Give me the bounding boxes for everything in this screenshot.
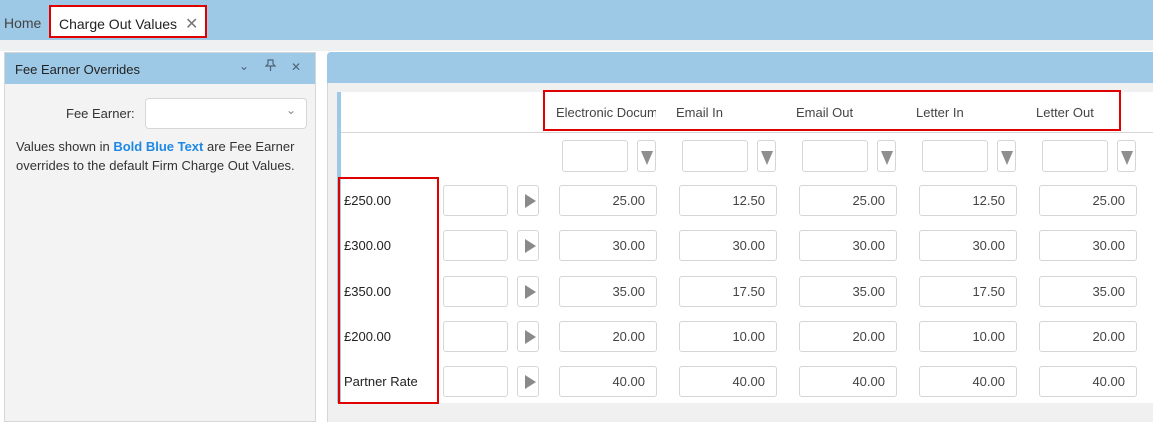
- triangle-down-icon: [761, 151, 773, 165]
- column-header-email-out[interactable]: Email Out: [796, 105, 896, 120]
- value-cell[interactable]: 20.00: [559, 321, 657, 352]
- value-cell[interactable]: 35.00: [559, 276, 657, 307]
- value-cell[interactable]: 30.00: [919, 230, 1017, 261]
- column-header-letter-in[interactable]: Letter In: [916, 105, 1016, 120]
- triangle-right-icon: [525, 239, 536, 253]
- value-cell[interactable]: 20.00: [1039, 321, 1137, 352]
- filter-input[interactable]: [922, 140, 988, 172]
- row-input[interactable]: [443, 276, 508, 307]
- row-label: £300.00: [344, 238, 391, 253]
- value-cell[interactable]: 30.00: [559, 230, 657, 261]
- value-cell[interactable]: 40.00: [679, 366, 777, 397]
- chevron-down-icon[interactable]: ⌄: [239, 59, 249, 73]
- triangle-right-icon: [525, 330, 536, 344]
- row-label: £350.00: [344, 284, 391, 299]
- grid-header-divider: [341, 132, 1153, 133]
- triangle-down-icon: [641, 151, 653, 165]
- row-label: Partner Rate: [344, 374, 418, 389]
- value-cell[interactable]: 17.50: [679, 276, 777, 307]
- tab-label: Charge Out Values: [59, 16, 178, 32]
- value-cell[interactable]: 10.00: [679, 321, 777, 352]
- value-cell[interactable]: 40.00: [799, 366, 897, 397]
- row-expand-button[interactable]: [517, 185, 539, 216]
- triangle-down-icon: [881, 151, 893, 165]
- grid-panel-header: [327, 52, 1153, 83]
- column-header-electronic-docum[interactable]: Electronic Docum: [556, 105, 656, 120]
- row-label: £250.00: [344, 193, 391, 208]
- value-cell[interactable]: 40.00: [1039, 366, 1137, 397]
- filter-button[interactable]: [997, 140, 1016, 172]
- value-cell[interactable]: 30.00: [679, 230, 777, 261]
- filter-input[interactable]: [562, 140, 628, 172]
- row-input[interactable]: [443, 230, 508, 261]
- info-highlight: Bold Blue Text: [113, 139, 204, 154]
- panel-title: Fee Earner Overrides: [15, 62, 140, 77]
- panel-header: Fee Earner Overrides ⌄ ✕: [5, 53, 315, 84]
- row-expand-button[interactable]: [517, 321, 539, 352]
- tab-bar-divider: [0, 40, 1153, 51]
- value-cell[interactable]: 40.00: [559, 366, 657, 397]
- row-input[interactable]: [443, 185, 508, 216]
- column-header-email-in[interactable]: Email In: [676, 105, 776, 120]
- value-cell[interactable]: 12.50: [919, 185, 1017, 216]
- filter-button[interactable]: [637, 140, 656, 172]
- triangle-down-icon: [1001, 151, 1013, 165]
- triangle-right-icon: [525, 285, 536, 299]
- close-icon[interactable]: ✕: [291, 60, 301, 74]
- value-cell[interactable]: 35.00: [799, 276, 897, 307]
- chevron-down-icon: ⌄: [286, 103, 297, 117]
- column-header-letter-out[interactable]: Letter Out: [1036, 105, 1136, 120]
- row-expand-button[interactable]: [517, 366, 539, 397]
- tab-charge-out-values[interactable]: Charge Out Values ✕: [49, 5, 207, 38]
- filter-input[interactable]: [1042, 140, 1108, 172]
- filter-button[interactable]: [877, 140, 896, 172]
- value-cell[interactable]: 30.00: [1039, 230, 1137, 261]
- info-prefix: Values shown in: [16, 139, 114, 154]
- fee-earner-label: Fee Earner:: [66, 106, 135, 121]
- triangle-right-icon: [525, 375, 536, 389]
- value-cell[interactable]: 10.00: [919, 321, 1017, 352]
- pin-icon[interactable]: [264, 59, 277, 75]
- fee-earner-select[interactable]: ⌄: [145, 98, 307, 129]
- triangle-right-icon: [525, 194, 536, 208]
- row-label: £200.00: [344, 329, 391, 344]
- fee-earner-overrides-panel: Fee Earner Overrides ⌄ ✕ Fee Earner: ⌄ V…: [4, 52, 316, 422]
- triangle-down-icon: [1121, 151, 1133, 165]
- info-text: Values shown in Bold Blue Text are Fee E…: [16, 137, 306, 175]
- value-cell[interactable]: 35.00: [1039, 276, 1137, 307]
- row-input[interactable]: [443, 366, 508, 397]
- value-cell[interactable]: 17.50: [919, 276, 1017, 307]
- filter-button[interactable]: [757, 140, 776, 172]
- value-cell[interactable]: 40.00: [919, 366, 1017, 397]
- filter-button[interactable]: [1117, 140, 1136, 172]
- tab-home[interactable]: Home: [4, 15, 41, 31]
- value-cell[interactable]: 25.00: [559, 185, 657, 216]
- value-cell[interactable]: 30.00: [799, 230, 897, 261]
- value-cell[interactable]: 25.00: [1039, 185, 1137, 216]
- row-expand-button[interactable]: [517, 230, 539, 261]
- value-cell[interactable]: 25.00: [799, 185, 897, 216]
- row-expand-button[interactable]: [517, 276, 539, 307]
- row-input[interactable]: [443, 321, 508, 352]
- value-cell[interactable]: 12.50: [679, 185, 777, 216]
- value-cell[interactable]: 20.00: [799, 321, 897, 352]
- filter-input[interactable]: [802, 140, 868, 172]
- filter-input[interactable]: [682, 140, 748, 172]
- close-icon[interactable]: ✕: [185, 14, 198, 34]
